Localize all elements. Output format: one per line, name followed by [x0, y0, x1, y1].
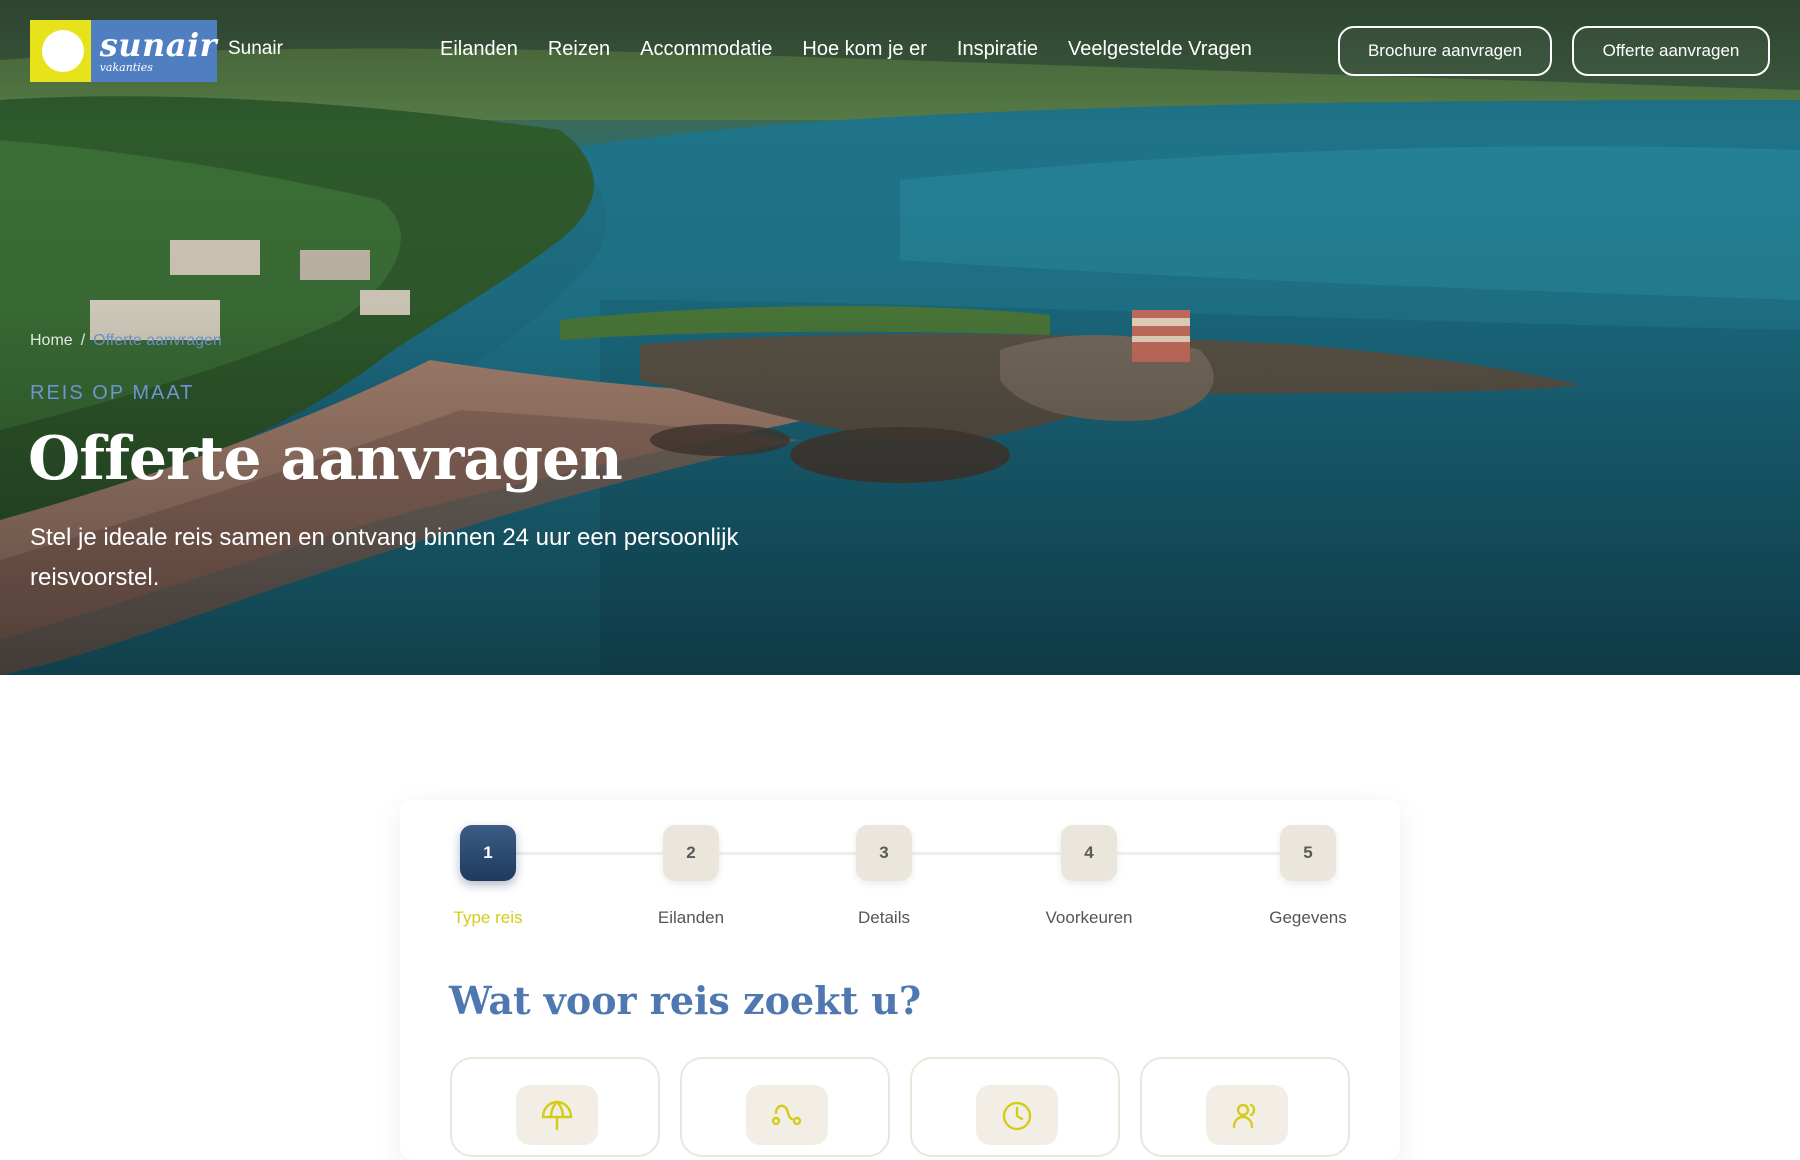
step-1-label: Type reis — [453, 908, 523, 927]
breadcrumb-separator: / — [80, 332, 86, 349]
step-1-badge[interactable]: 1 — [460, 825, 516, 881]
breadcrumb-current: Offerte aanvragen — [93, 332, 222, 349]
umbrella-icon — [516, 1085, 598, 1145]
step-4-label: Voorkeuren — [1045, 908, 1133, 927]
step-2-label: Eilanden — [657, 908, 725, 927]
logo-wordmark: sunair — [99, 26, 217, 64]
route-icon — [746, 1085, 828, 1145]
clock-icon — [976, 1085, 1058, 1145]
trip-type-option-3[interactable] — [910, 1057, 1120, 1157]
sunair-logo[interactable]: sunair vakanties — [30, 20, 217, 82]
step-4-badge[interactable]: 4 — [1061, 825, 1117, 881]
logo-tagline: vakanties — [99, 61, 153, 74]
step-2-badge[interactable]: 2 — [663, 825, 719, 881]
step-5-badge[interactable]: 5 — [1280, 825, 1336, 881]
nav-item-inspiratie[interactable]: Inspiratie — [957, 38, 1038, 61]
trip-type-option-4[interactable] — [1140, 1057, 1350, 1157]
breadcrumb-home[interactable]: Home — [30, 332, 73, 350]
step-3-badge[interactable]: 3 — [856, 825, 912, 881]
form-question-title: Wat voor reis zoekt u? — [449, 978, 922, 1023]
trip-type-option-2[interactable] — [680, 1057, 890, 1157]
trip-type-option-1[interactable] — [450, 1057, 660, 1157]
nav-item-reizen[interactable]: Reizen — [548, 38, 610, 61]
nav-item-veelgestelde-vragen[interactable]: Veelgestelde Vragen — [1068, 38, 1252, 61]
brochure-button[interactable]: Brochure aanvragen — [1338, 26, 1552, 76]
step-3-label: Details — [858, 908, 910, 927]
hero-eyebrow: REIS OP MAAT — [30, 382, 195, 404]
logo-sun-mark — [30, 20, 91, 82]
nav-item-accommodatie[interactable]: Accommodatie — [640, 38, 772, 61]
nav-item-hoe-kom-je-er[interactable]: Hoe kom je er — [802, 38, 927, 61]
nav-item-eilanden[interactable]: Eilanden — [440, 38, 518, 61]
offerte-button[interactable]: Offerte aanvragen — [1572, 26, 1770, 76]
hero-subtitle: Stel je ideale reis samen en ontvang bin… — [30, 524, 739, 591]
brand-name[interactable]: Sunair — [228, 38, 283, 60]
breadcrumb: Home / Offerte aanvragen — [30, 332, 222, 350]
main-nav: Eilanden Reizen Accommodatie Hoe kom je … — [440, 38, 1282, 61]
users-icon — [1206, 1085, 1288, 1145]
page-title: Offerte aanvragen — [28, 424, 623, 494]
step-5-label: Gegevens — [1269, 908, 1347, 927]
